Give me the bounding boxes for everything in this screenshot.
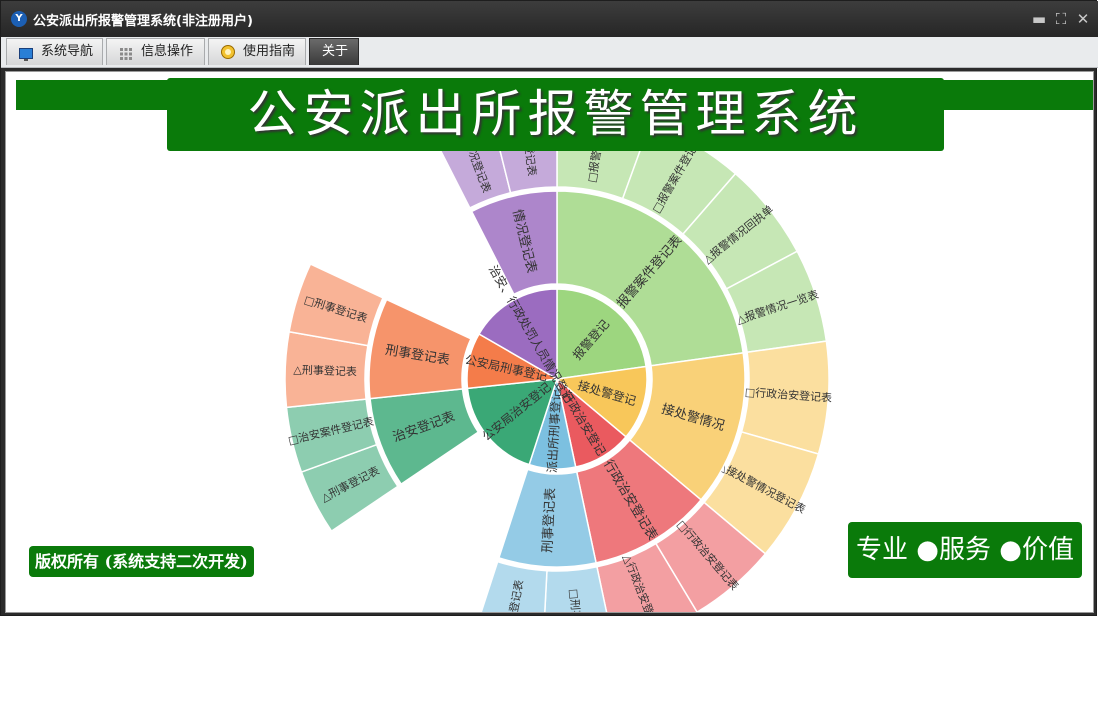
slogan-badge: 专业 ●服务 ●价值: [848, 522, 1082, 578]
tab-system-navigation[interactable]: 系统导航: [6, 38, 103, 65]
tab-info-operations[interactable]: 信息操作: [106, 38, 205, 65]
tab-label: 使用指南: [243, 44, 296, 59]
banner-title: 公安派出所报警管理系统: [247, 85, 864, 143]
monitor-icon: [19, 45, 33, 61]
menu-tab-bar: 系统导航 信息操作 使用指南 关于: [1, 37, 1098, 68]
close-button[interactable]: ✕: [1075, 11, 1091, 27]
sunburst-outer-label: □刑事...: [567, 588, 583, 613]
title-bar[interactable]: Y 公安派出所报警管理系统(非注册用户) ▬ ⛶ ✕: [1, 1, 1098, 37]
app-logo-icon: Y: [11, 11, 27, 27]
app-window: Y 公安派出所报警管理系统(非注册用户) ▬ ⛶ ✕ 系统导航 信息操作 使用指…: [0, 0, 1098, 616]
tab-label: 关于: [322, 44, 349, 59]
tab-label: 系统导航: [41, 44, 94, 59]
system-banner: 公安派出所报警管理系统: [167, 78, 944, 151]
window-title: 公安派出所报警管理系统(非注册用户): [33, 14, 253, 29]
minimize-button[interactable]: ▬: [1031, 11, 1047, 27]
grid-icon: [119, 45, 133, 60]
sunburst-outer-label: △刑事登记表: [293, 362, 357, 378]
help-icon: [221, 45, 235, 59]
main-content: □报警案件...□报警案件登记△报警情况回执单△报警情况一览表□行政治安登记表△…: [5, 71, 1094, 613]
copyright-badge: 版权所有 (系统支持二次开发): [29, 546, 254, 577]
sunburst-middle-segment[interactable]: [470, 190, 558, 296]
tab-about[interactable]: 关于: [309, 38, 359, 65]
restore-button[interactable]: ⛶: [1053, 11, 1069, 27]
tab-label: 信息操作: [141, 44, 194, 59]
tab-user-guide[interactable]: 使用指南: [208, 38, 306, 65]
